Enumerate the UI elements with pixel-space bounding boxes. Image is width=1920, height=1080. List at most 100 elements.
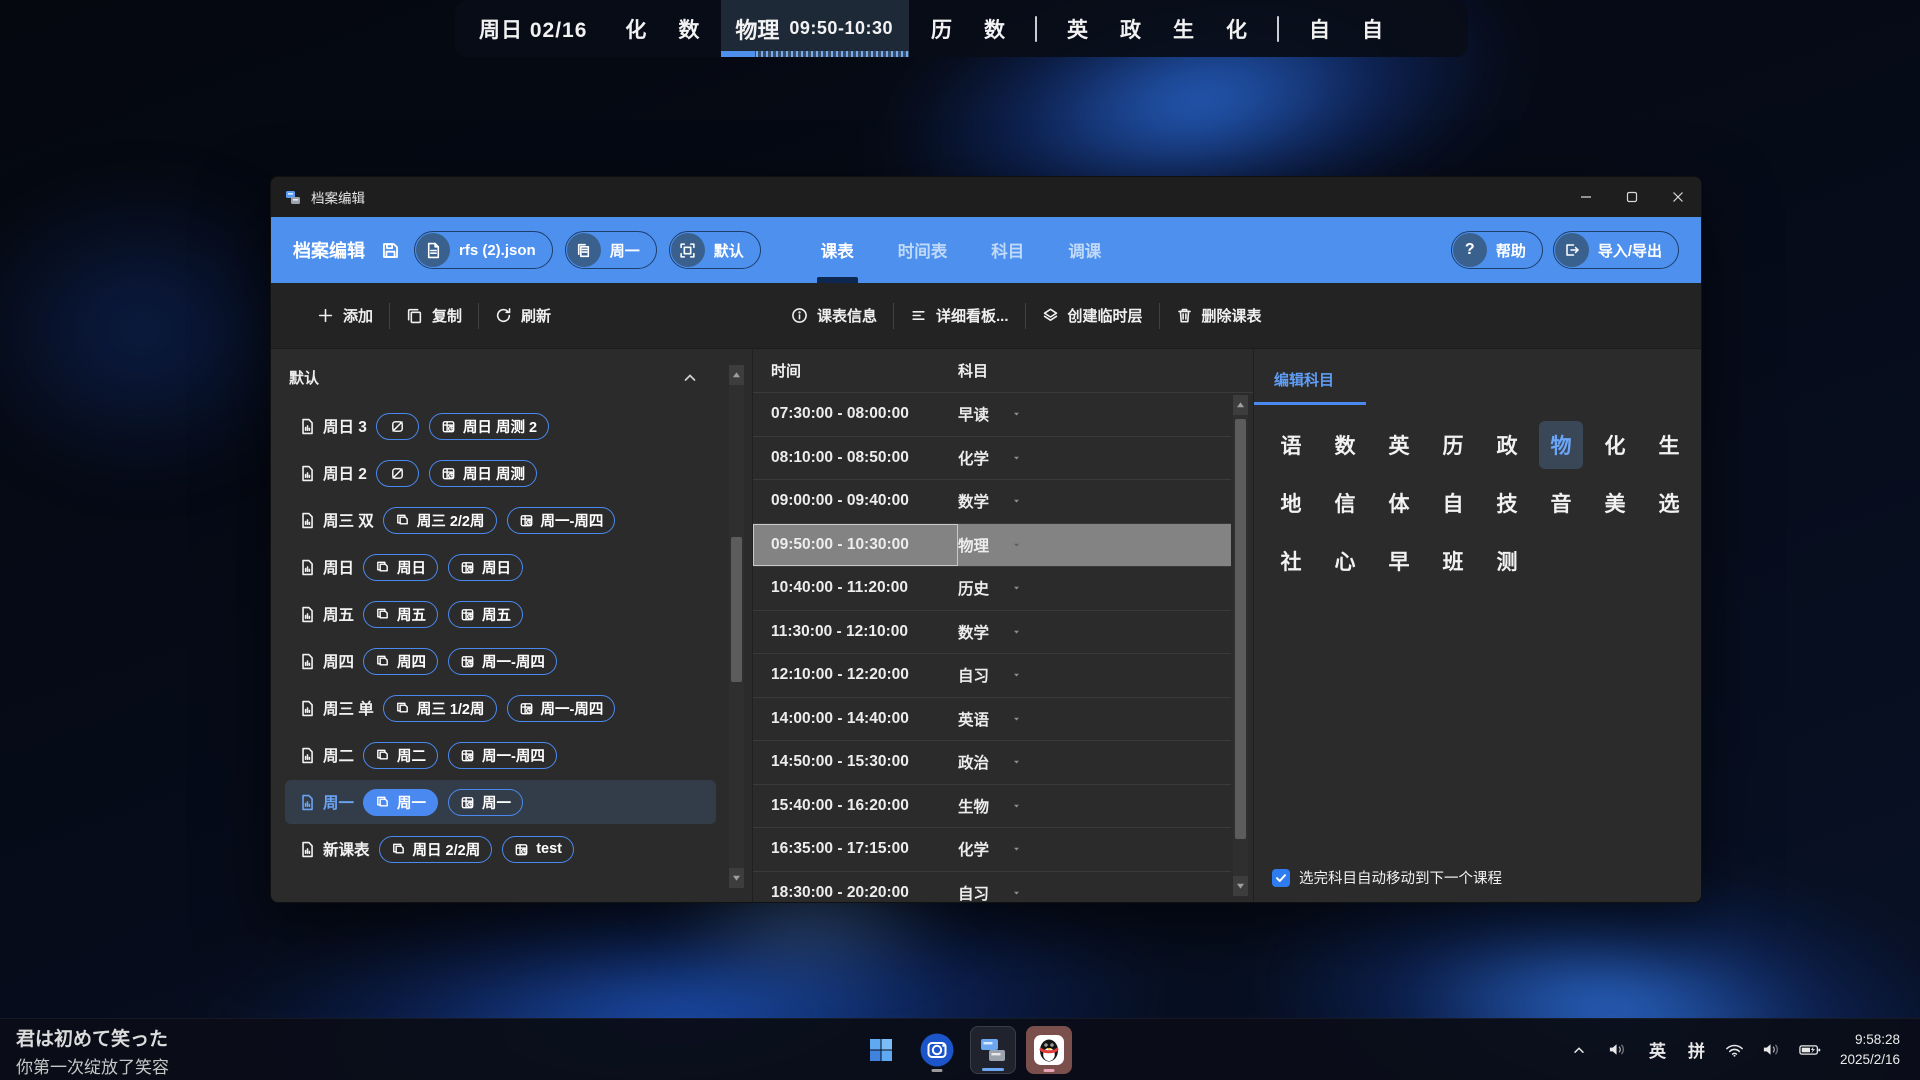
create-temp-layer-button[interactable]: 创建临时层 (1026, 296, 1159, 336)
subject-dropdown-caret-icon[interactable] (1011, 410, 1022, 418)
subject-dropdown-caret-icon[interactable] (1011, 845, 1022, 853)
subject-option[interactable]: 物 (1539, 421, 1583, 469)
tab-timetable[interactable]: 课表 (799, 217, 876, 283)
ime-pinyin-indicator[interactable]: 拼 (1677, 1019, 1716, 1080)
subject-dropdown-caret-icon[interactable] (1011, 628, 1022, 636)
add-button[interactable]: 添加 (301, 296, 389, 336)
schedule-pill[interactable]: 周一 (565, 231, 657, 269)
trigger-badge[interactable]: 周三 1/2周 (383, 695, 497, 722)
lesson-time-cell[interactable]: 14:00:00 - 14:40:00 (753, 698, 958, 741)
lesson-subject-cell[interactable]: 政治 (958, 751, 1022, 773)
timetable-row[interactable]: 18:30:00 - 20:20:00自习 (753, 872, 1231, 903)
delete-timetable-button[interactable]: 删除课表 (1160, 296, 1278, 336)
schedule-list-item[interactable]: 周二周二周一-周四 (285, 733, 716, 777)
trigger-badge[interactable]: 周日 (363, 554, 438, 581)
close-button[interactable] (1655, 177, 1701, 217)
chevron-up-icon[interactable] (682, 370, 698, 386)
timetable-badge[interactable]: test (502, 836, 574, 863)
subject-option[interactable]: 选 (1647, 479, 1691, 527)
scroll-down-icon[interactable] (1233, 876, 1248, 896)
trigger-badge[interactable]: 周二 (363, 742, 438, 769)
timetable-badge[interactable]: 周日 (448, 554, 523, 581)
subject-dropdown-caret-icon[interactable] (1011, 715, 1022, 723)
lesson-subject-cell[interactable]: 化学 (958, 447, 1022, 469)
timetable-badge[interactable]: 周五 (448, 601, 523, 628)
subject-option[interactable]: 心 (1323, 537, 1367, 585)
subject-option[interactable]: 自 (1431, 479, 1475, 527)
subject-option[interactable]: 历 (1431, 421, 1475, 469)
minimize-button[interactable] (1563, 177, 1609, 217)
wifi-icon[interactable] (1716, 1019, 1753, 1080)
hidden-icons-chevron[interactable] (1561, 1019, 1597, 1080)
lesson-subject-cell[interactable]: 数学 (958, 621, 1022, 643)
maximize-button[interactable] (1609, 177, 1655, 217)
lesson-time-cell[interactable]: 12:10:00 - 12:20:00 (753, 654, 958, 697)
trigger-badge[interactable]: 周三 2/2周 (383, 507, 497, 534)
scroll-up-icon[interactable] (1233, 395, 1248, 415)
timetable-info-button[interactable]: 课表信息 (775, 296, 893, 336)
lesson-time-cell[interactable]: 09:50:00 - 10:30:00 (753, 524, 958, 567)
subject-option[interactable]: 地 (1269, 479, 1313, 527)
subject-option[interactable]: 技 (1485, 479, 1529, 527)
media-volume-icon[interactable] (1597, 1019, 1638, 1080)
subject-option[interactable]: 数 (1323, 421, 1367, 469)
subject-option[interactable]: 生 (1647, 421, 1691, 469)
tab-edit-subject[interactable]: 编辑科目 (1274, 369, 1334, 390)
schedule-list-item[interactable]: 周日 2周日 周测 (285, 451, 716, 495)
lesson-time-cell[interactable]: 08:10:00 - 08:50:00 (753, 437, 958, 480)
subject-dropdown-caret-icon[interactable] (1011, 758, 1022, 766)
lesson-time-cell[interactable]: 16:35:00 - 17:15:00 (753, 828, 958, 871)
refresh-button[interactable]: 刷新 (479, 296, 567, 336)
subject-dropdown-caret-icon[interactable] (1011, 671, 1022, 679)
trigger-badge[interactable]: 周五 (363, 601, 438, 628)
trigger-badge[interactable]: 周一 (363, 789, 438, 816)
timetable-row[interactable]: 14:00:00 - 14:40:00英语 (753, 698, 1231, 742)
trigger-badge[interactable]: 周四 (363, 648, 438, 675)
schedule-list-item[interactable]: 周四周四周一-周四 (285, 639, 716, 683)
battery-icon[interactable] (1790, 1019, 1830, 1080)
timetable-badge[interactable]: 周一-周四 (448, 742, 557, 769)
subject-option[interactable]: 信 (1323, 479, 1367, 527)
timetable-badge[interactable]: 周日 周测 2 (429, 413, 549, 440)
help-button[interactable]: ? 帮助 (1451, 231, 1543, 269)
lesson-subject-cell[interactable]: 自习 (958, 882, 1022, 902)
subject-option[interactable]: 美 (1593, 479, 1637, 527)
timetable-row[interactable]: 09:00:00 - 09:40:00数学 (753, 480, 1231, 524)
group-pill[interactable]: 默认 (669, 231, 761, 269)
subject-dropdown-caret-icon[interactable] (1011, 802, 1022, 810)
lesson-subject-cell[interactable]: 数学 (958, 490, 1022, 512)
timetable-row[interactable]: 12:10:00 - 12:20:00自习 (753, 654, 1231, 698)
lesson-subject-cell[interactable]: 英语 (958, 708, 1022, 730)
subject-dropdown-caret-icon[interactable] (1011, 541, 1022, 549)
taskbar-clock[interactable]: 9:58:28 2025/2/16 (1830, 1030, 1914, 1069)
subject-option[interactable]: 化 (1593, 421, 1637, 469)
schedule-list-item[interactable]: 周三 双周三 2/2周周一-周四 (285, 498, 716, 542)
import-export-button[interactable]: 导入/导出 (1553, 231, 1679, 269)
lesson-time-cell[interactable]: 10:40:00 - 11:20:00 (753, 567, 958, 610)
lesson-subject-cell[interactable]: 自习 (958, 664, 1022, 686)
subject-option[interactable]: 体 (1377, 479, 1421, 527)
hidden-badge[interactable] (376, 460, 419, 487)
timetable-row[interactable]: 15:40:00 - 16:20:00生物 (753, 785, 1231, 829)
lesson-subject-cell[interactable]: 历史 (958, 577, 1022, 599)
tab-swap[interactable]: 调课 (1046, 217, 1123, 283)
timetable-badge[interactable]: 周日 周测 (429, 460, 537, 487)
detail-board-button[interactable]: 详细看板... (894, 296, 1025, 336)
schedule-list-item[interactable]: 周日周日周日 (285, 545, 716, 589)
lesson-time-cell[interactable]: 15:40:00 - 16:20:00 (753, 785, 958, 828)
lesson-time-cell[interactable]: 09:00:00 - 09:40:00 (753, 480, 958, 523)
scroll-up-icon[interactable] (729, 365, 744, 385)
volume-icon[interactable] (1753, 1019, 1790, 1080)
scroll-down-icon[interactable] (729, 868, 744, 888)
subject-option[interactable]: 测 (1485, 537, 1529, 585)
auto-move-checkbox[interactable] (1272, 869, 1290, 887)
lesson-subject-cell[interactable]: 物理 (958, 534, 1022, 556)
tab-subjects[interactable]: 科目 (969, 217, 1046, 283)
subject-dropdown-caret-icon[interactable] (1011, 889, 1022, 897)
duplicate-button[interactable]: 复制 (390, 296, 478, 336)
timetable-scrollbar[interactable] (1233, 395, 1248, 896)
lesson-subject-cell[interactable]: 生物 (958, 795, 1022, 817)
schedule-list-item[interactable]: 新课表周日 2/2周test (285, 827, 716, 871)
hidden-badge[interactable] (376, 413, 419, 440)
subject-option[interactable]: 英 (1377, 421, 1421, 469)
